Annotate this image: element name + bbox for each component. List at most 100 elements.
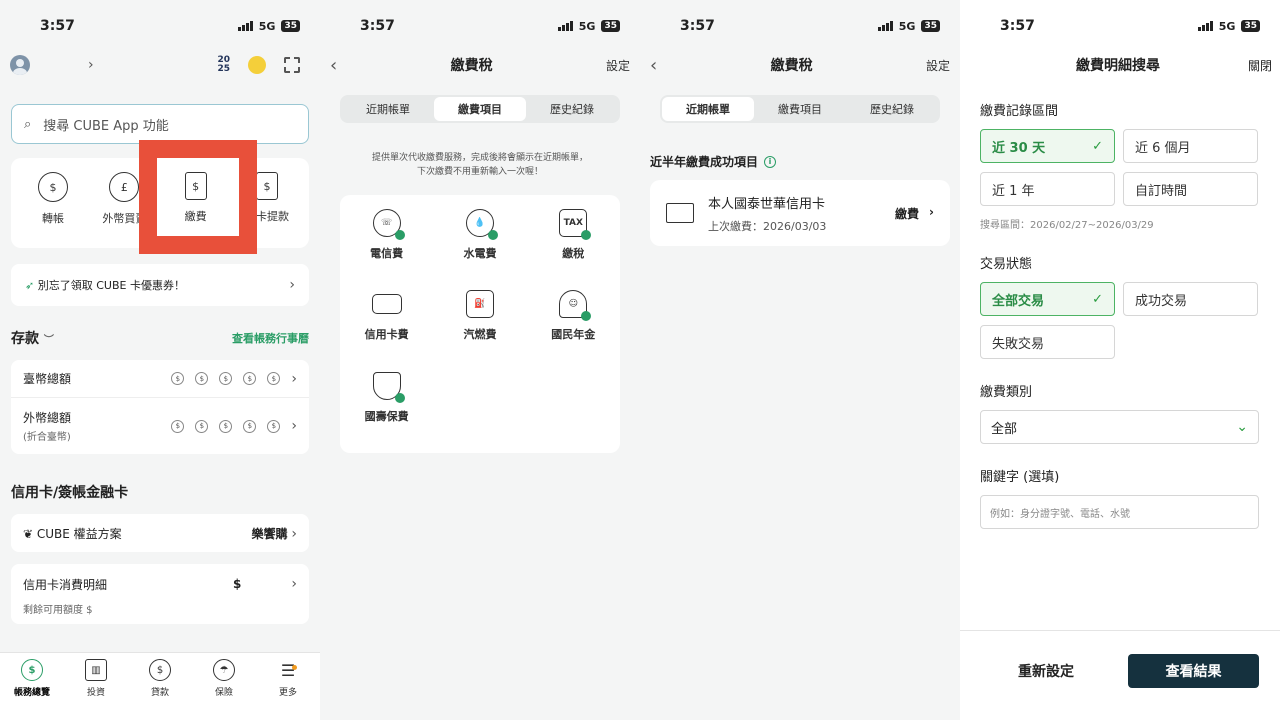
insurance-shield-icon	[372, 371, 405, 403]
year-review-icon[interactable]: 20 25	[217, 56, 230, 74]
dollar-coin-icon: $	[21, 659, 43, 681]
cube-plan-row[interactable]: ❦ CUBE 權益方案 樂饗購 ›	[11, 514, 309, 552]
status-success[interactable]: 成功交易	[1123, 282, 1258, 316]
status-bar: 3:57 5G 35	[640, 0, 960, 52]
quick-transfer[interactable]: $ 轉帳	[21, 172, 85, 248]
item-insurance[interactable]: 國壽保費	[340, 371, 433, 452]
signal-icon	[237, 21, 253, 31]
tab-history[interactable]: 歷史紀錄	[846, 97, 938, 121]
bar-chart-icon: ▥	[85, 659, 107, 681]
status-bar: 3:57 5G 35	[320, 0, 640, 52]
status-label: 交易狀態	[980, 257, 1033, 272]
item-fuel[interactable]: ⛽ 汽燃費	[433, 290, 526, 370]
calendar-link[interactable]: 查看帳務行事曆	[232, 330, 309, 346]
item-credit-card[interactable]: 信用卡費	[340, 290, 433, 370]
status-failed[interactable]: 失敗交易	[980, 325, 1115, 359]
coin-mascot-icon[interactable]	[248, 56, 266, 74]
item-national-pension[interactable]: ☺ 國民年金	[527, 290, 620, 370]
status-time: 3:57	[40, 18, 75, 34]
back-icon[interactable]: ‹	[650, 55, 657, 76]
payment-search-screen: 3:57 5G 35 繳費明細搜尋 關閉 繳費記錄區間 近 30 天 ✓ 近 6 …	[960, 0, 1280, 720]
nav-bar: 繳費明細搜尋 關閉	[960, 52, 1280, 78]
tab-recent-bills[interactable]: 近期帳單	[662, 97, 754, 121]
telecom-icon: ☏	[372, 209, 405, 240]
status-bar: 3:57 5G 35	[960, 0, 1280, 52]
range-1-year[interactable]: 近 1 年	[980, 172, 1115, 206]
fx-buy-icon: £	[109, 172, 140, 202]
status-all[interactable]: 全部交易 ✓	[980, 282, 1115, 316]
hidden-amount: $ $ $ $ $ ›	[171, 418, 297, 434]
action-footer: 重新設定 查看結果	[960, 630, 1280, 720]
deposit-section-header: 存款 ︶ 查看帳務行事曆	[11, 330, 309, 347]
highlight-box	[139, 140, 257, 254]
reset-button[interactable]: 重新設定	[980, 661, 1112, 681]
item-tax[interactable]: TAX 繳稅	[527, 209, 620, 289]
keyword-label: 關鍵字 (選填)	[980, 470, 1060, 485]
scan-icon[interactable]	[284, 57, 300, 73]
chevron-right-icon: ›	[929, 204, 934, 219]
search-input[interactable]: ⌕ 搜尋 CUBE App 功能	[11, 104, 309, 144]
bill-pay-items-screen: 3:57 5G 35 ‹ 繳費稅 設定 近期帳單 繳費項目 歷史紀錄 提供單次代…	[320, 0, 640, 720]
settings-button[interactable]: 設定	[926, 57, 950, 74]
chevron-down-icon: ⌄	[1236, 419, 1248, 435]
info-icon[interactable]: i	[764, 155, 777, 168]
eye-hide-icon[interactable]: ︶	[44, 335, 54, 346]
credit-card-icon	[666, 203, 694, 223]
promo-banner[interactable]: ➶ 別忘了領取 CUBE 卡優惠券！ ›	[11, 264, 309, 306]
battery-icon: 35	[1241, 20, 1260, 32]
twd-total-row[interactable]: 臺幣總額 $ $ $ $ $ ›	[11, 360, 309, 398]
status-options: 全部交易 ✓ 成功交易 失敗交易	[980, 282, 1259, 359]
tab-loan[interactable]: $ 貸款	[135, 659, 185, 720]
signal-icon	[877, 21, 893, 31]
chevron-right-icon: ›	[291, 525, 297, 542]
tab-pay-items[interactable]: 繳費項目	[434, 97, 526, 121]
national-pension-icon: ☺	[559, 290, 592, 322]
item-water-electric[interactable]: 💧 水電費	[433, 209, 526, 289]
chevron-right-icon: ›	[291, 370, 297, 387]
credit-card-icon	[371, 294, 402, 315]
chevron-right-icon[interactable]: ›	[88, 57, 94, 73]
tab-more[interactable]: ☰ 更多	[263, 659, 313, 720]
fx-total-row[interactable]: 外幣總額 (折合臺幣) $ $ $ $ $ ›	[11, 398, 309, 454]
range-30-days[interactable]: 近 30 天 ✓	[980, 129, 1115, 163]
view-results-button[interactable]: 查看結果	[1128, 653, 1259, 688]
range-custom[interactable]: 自訂時間	[1123, 172, 1258, 206]
signal-icon	[557, 21, 573, 31]
settings-button[interactable]: 設定	[606, 57, 630, 74]
check-icon: ✓	[1092, 291, 1103, 307]
tab-pay-items[interactable]: 繳費項目	[754, 97, 846, 121]
avatar[interactable]	[10, 55, 30, 75]
cc-detail-row[interactable]: 信用卡消費明細 剩餘可用額度 $ $ ›	[11, 564, 309, 624]
home-header: › 20 25	[0, 52, 320, 78]
tab-recent-bills[interactable]: 近期帳單	[342, 97, 434, 121]
close-button[interactable]: 關閉	[1248, 57, 1272, 74]
range-hint: 搜尋區間：2026/02/27~2026/03/29	[980, 220, 1154, 231]
back-icon[interactable]: ‹	[330, 55, 337, 76]
recent-bills-screen: 3:57 5G 35 ‹ 繳費稅 設定 近期帳單 繳費項目 歷史紀錄 近半年繳費…	[640, 0, 960, 720]
quick-actions: $ 轉帳 £ 外幣買賣 $ 繳費 $ 無卡提款	[11, 140, 309, 254]
page-title: 繳費稅	[770, 58, 813, 74]
page-title: 繳費明細搜尋	[1076, 58, 1160, 74]
category-select[interactable]: 全部 ⌄	[980, 410, 1259, 444]
tab-history[interactable]: 歷史紀錄	[526, 97, 618, 121]
money-bag-icon: $	[149, 659, 171, 681]
deposit-card: 臺幣總額 $ $ $ $ $ › 外幣總額 (折合臺幣) $ $ $ $ $ ›	[11, 360, 309, 454]
fuel-icon: ⛽	[465, 290, 494, 319]
tab-overview[interactable]: $ 帳務總覽	[7, 659, 57, 720]
water-electric-icon: 💧	[465, 209, 498, 240]
atm-withdraw-icon: $	[255, 172, 278, 200]
keyword-input[interactable]: 例如：身分證字號、電話、水號	[980, 495, 1259, 529]
bottom-tab-bar: $ 帳務總覽 ▥ 投資 $ 貸款 ☂ 保險 ☰ 更多	[0, 652, 320, 720]
umbrella-icon: ☂	[213, 659, 235, 681]
tab-invest[interactable]: ▥ 投資	[71, 659, 121, 720]
tab-insurance[interactable]: ☂ 保險	[199, 659, 249, 720]
page-title: 繳費稅	[450, 58, 493, 74]
range-6-months[interactable]: 近 6 個月	[1123, 129, 1258, 163]
paid-item-card[interactable]: 本人國泰世華信用卡 上次繳費：2026/03/03 繳費 ›	[650, 180, 950, 246]
transfer-icon: $	[38, 172, 68, 202]
category-label: 繳費類別	[980, 385, 1033, 400]
pay-button[interactable]: 繳費 ›	[895, 205, 934, 222]
range-options: 近 30 天 ✓ 近 6 個月 近 1 年 自訂時間	[980, 129, 1259, 206]
network-label: 5G	[258, 19, 276, 33]
item-telecom[interactable]: ☏ 電信費	[340, 209, 433, 289]
